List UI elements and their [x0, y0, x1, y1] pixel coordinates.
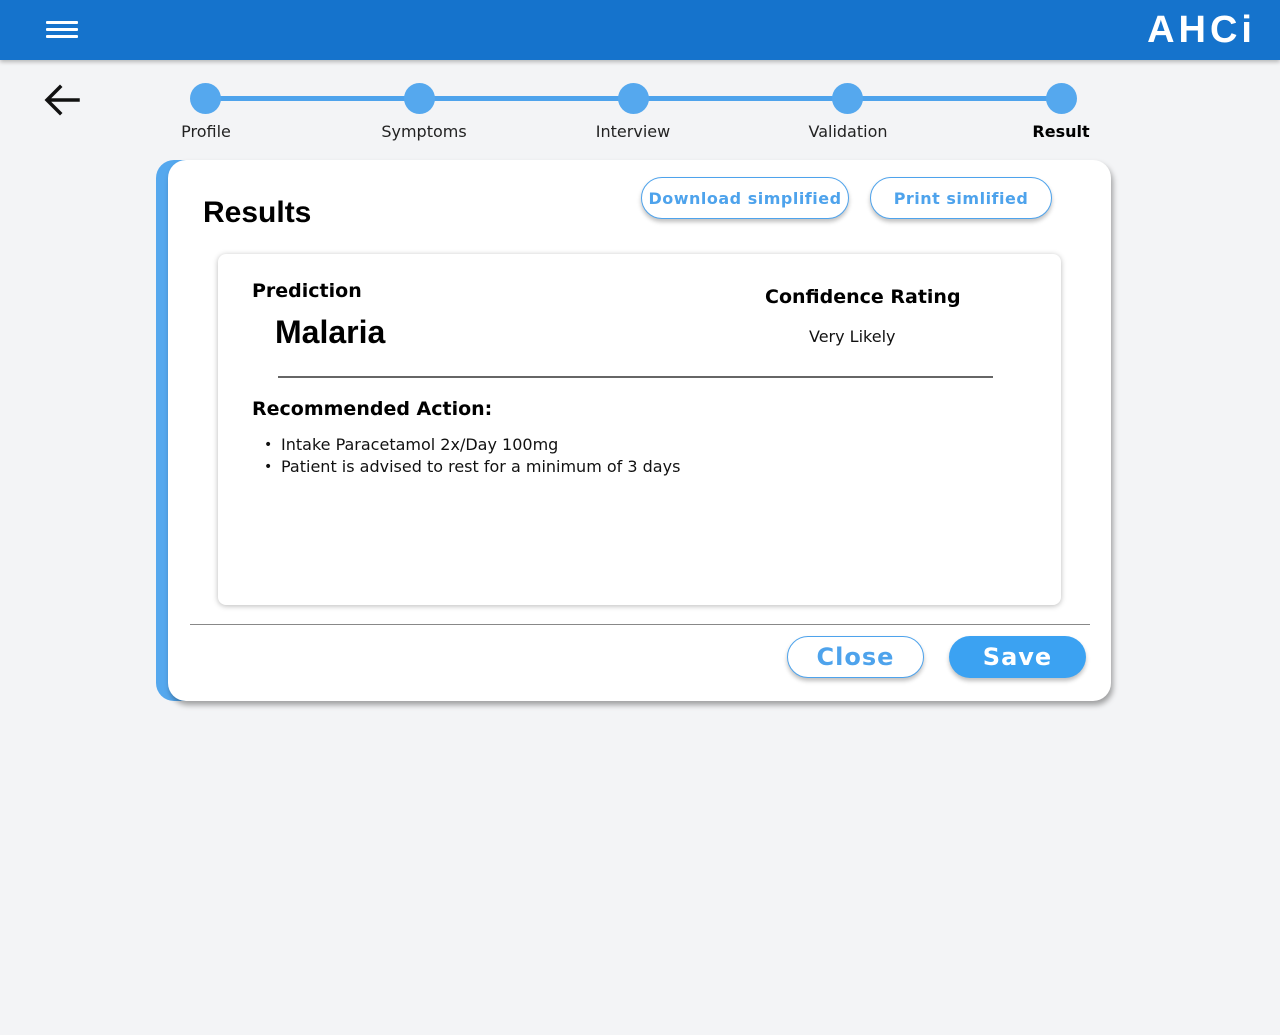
divider: [278, 376, 993, 378]
footer-divider: [190, 624, 1090, 625]
list-item-text: Patient is advised to rest for a minimum…: [281, 457, 681, 476]
step-dot-validation[interactable]: [832, 83, 863, 114]
step-label-interview[interactable]: Interview: [596, 122, 670, 141]
step-label-result[interactable]: Result: [1032, 122, 1089, 141]
step-dot-profile[interactable]: [190, 83, 221, 114]
list-item: • Patient is advised to rest for a minimu…: [264, 457, 681, 476]
print-simplified-button[interactable]: Print simlified: [870, 177, 1052, 219]
page-title: Results: [203, 196, 312, 229]
step-label-profile[interactable]: Profile: [181, 122, 231, 141]
download-simplified-button[interactable]: Download simplified: [641, 177, 849, 219]
prediction-label: Prediction: [252, 280, 362, 302]
recommended-action-list: • Intake Paracetamol 2x/Day 100mg • Patien…: [264, 434, 680, 478]
list-item: • Intake Paracetamol 2x/Day 100mg: [264, 435, 559, 454]
step-dot-symptoms[interactable]: [404, 83, 435, 114]
confidence-rating-value: Very Likely: [809, 327, 896, 346]
app-logo: AHCi: [1147, 9, 1256, 51]
list-item-text: Intake Paracetamol 2x/Day 100mg: [281, 435, 559, 454]
progress-stepper: Profile Symptoms Interview Validation Re…: [0, 80, 1280, 150]
confidence-rating-label: Confidence Rating: [765, 286, 961, 308]
prediction-value: Malaria: [275, 314, 386, 350]
step-dot-result[interactable]: [1046, 83, 1077, 114]
results-card: Results Download simplified Print simlif…: [168, 160, 1111, 701]
recommended-action-label: Recommended Action:: [252, 398, 493, 420]
step-label-symptoms[interactable]: Symptoms: [381, 122, 466, 141]
save-button[interactable]: Save: [949, 636, 1086, 678]
result-details-panel: Prediction Malaria Confidence Rating Ver…: [218, 254, 1061, 605]
hamburger-menu-icon[interactable]: [44, 18, 80, 42]
close-button[interactable]: Close: [787, 636, 924, 678]
step-label-validation[interactable]: Validation: [808, 122, 887, 141]
step-dot-interview[interactable]: [618, 83, 649, 114]
top-app-bar: AHCi: [0, 0, 1280, 60]
